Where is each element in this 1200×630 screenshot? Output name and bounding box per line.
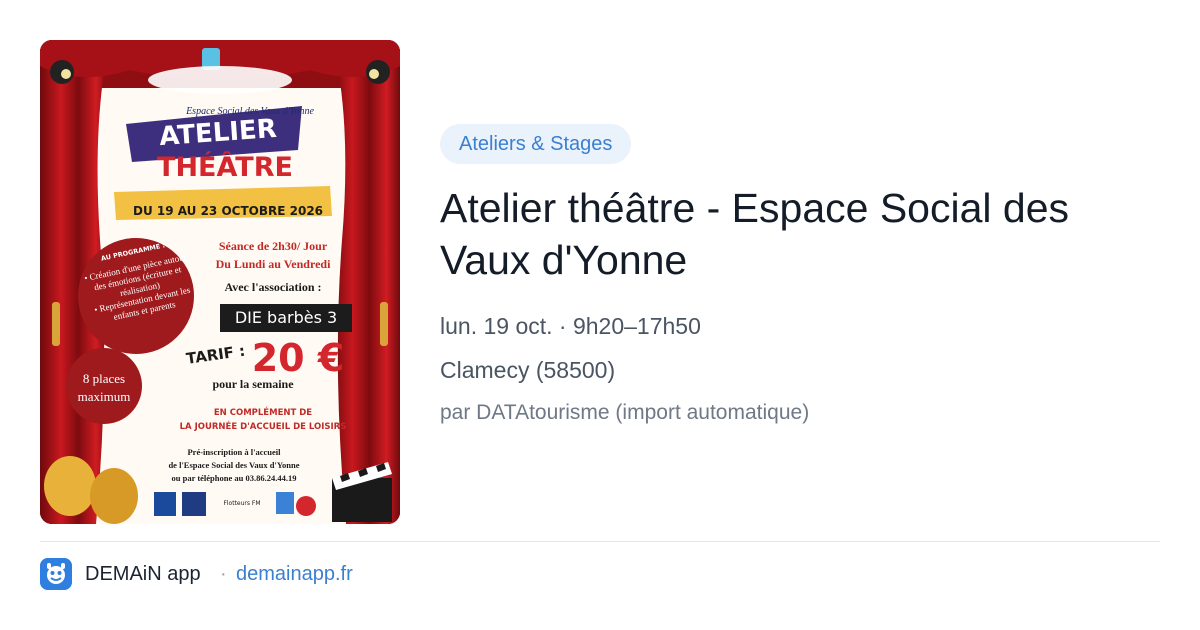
event-poster-image[interactable]: Espace Social des Vaux d'Yonne ATELIER T… [40,40,400,524]
poster-inscription-line3: ou par téléphone au 03.86.24.44.19 [171,473,297,483]
footer-divider [40,541,1160,542]
poster-places: 8 places maximum [77,371,131,404]
poster-association-logo: DIE barbès 3 [220,304,352,332]
category-badge[interactable]: Ateliers & Stages [440,124,632,164]
poster-price-period: pour la semaine [212,377,294,391]
poster-association-label: Avec l'association : [224,280,322,294]
event-title[interactable]: Atelier théâtre - Espace Social des Vaux… [440,182,1160,286]
event-datetime: lun. 19 oct. · 9h20–17h50 [440,313,701,339]
poster-complement-line2: LA JOURNÉE D'ACCUEIL DE LOISIRS [179,422,347,432]
poster-inscription-line1: Pré-inscription à l'accueil [187,447,281,457]
poster-session-line2: Du Lundi au Vendredi [215,257,331,271]
poster-session-info: Séance de 2h30/ Jour Du Lundi au Vendred… [198,237,348,273]
poster-inscription: Pré-inscription à l'accueil de l'Espace … [144,446,324,485]
app-name: DEMAiN app [85,563,201,585]
poster-inscription-line2: de l'Espace Social des Vaux d'Yonne [168,460,300,470]
app-domain-link[interactable]: demainapp.fr [236,563,353,586]
poster-dates: DU 19 AU 23 OCTOBRE 2026 [132,204,324,218]
poster-complement-line1: EN COMPLÉMENT DE [213,408,313,418]
poster-complement: EN COMPLÉMENT DE LA JOURNÉE D'ACCUEIL DE… [178,406,348,434]
event-location: Clamecy (58500) [440,357,616,383]
app-logo-icon [40,558,72,590]
poster-partner-flotteurs: Flotteurs FM [223,500,261,507]
footer-separator: · [220,563,227,585]
poster-heading-theatre: THÉÂTRE [157,152,293,183]
event-source: par DATAtourisme (import automatique) [440,401,810,424]
event-card[interactable]: Espace Social des Vaux d'Yonne ATELIER T… [0,0,1200,630]
poster-session-line1: Séance de 2h30/ Jour [218,239,328,253]
poster-price: 20 € [251,336,345,380]
